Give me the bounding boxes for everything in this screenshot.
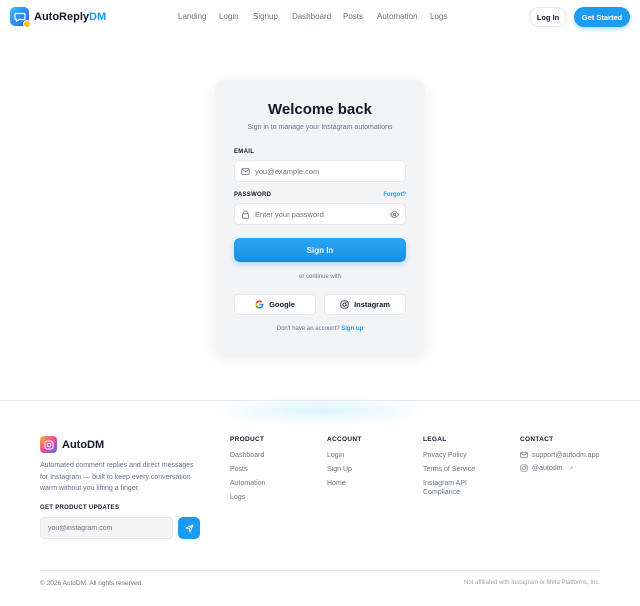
instagram-logo-icon [40, 436, 57, 453]
nav-automation[interactable]: Automation [377, 12, 417, 21]
footer-link-login[interactable]: Login [327, 451, 344, 460]
no-account-text: Don't have an account? [276, 326, 340, 332]
mail-icon [241, 167, 250, 175]
send-icon [184, 523, 194, 533]
logo-badge [23, 20, 31, 28]
password-field-wrapper [234, 203, 406, 225]
password-field[interactable] [255, 209, 385, 219]
instagram-icon [520, 464, 528, 472]
nav-signup[interactable]: Signup [253, 12, 278, 21]
instagram-icon [340, 300, 349, 309]
legal-heading: LEGAL [423, 436, 447, 443]
google-button[interactable]: Google [234, 294, 316, 315]
signup-prompt: Don't have an account? Sign up [215, 326, 425, 332]
divider-text: or continue with [298, 274, 342, 280]
footer-description: Automated comment replies and direct mes… [40, 462, 194, 492]
updates-label: GET PRODUCT UPDATES [40, 505, 120, 511]
contact-instagram[interactable]: @autodm ↗ [520, 464, 574, 472]
lock-icon [241, 210, 250, 219]
external-link-icon: ↗ [568, 465, 574, 472]
updates-input-wrapper [40, 517, 173, 539]
email-field[interactable] [255, 166, 385, 176]
page-title: Welcome back [268, 101, 372, 118]
nav-landing[interactable]: Landing [178, 12, 206, 21]
contact-email[interactable]: support@autodm.app [520, 451, 599, 459]
sign-up-link[interactable]: Sign up [341, 326, 363, 332]
account-heading: ACCOUNT [327, 436, 362, 443]
footer-link-signup[interactable]: Sign Up [327, 465, 352, 474]
updates-email-input[interactable] [48, 524, 168, 532]
top-navbar: AutoReplyDM Landing Login Signup Dashboa… [0, 0, 640, 34]
forgot-password-link[interactable]: Forgot? [383, 192, 406, 198]
password-label: PASSWORD [234, 192, 272, 198]
sign-in-button[interactable]: Sign In [234, 238, 406, 262]
contact-email-text: support@autodm.app [532, 451, 600, 459]
footer-link-dashboard[interactable]: Dashboard [230, 451, 264, 460]
email-label: EMAIL [234, 149, 255, 155]
brand-name: AutoReplyDM [34, 10, 107, 23]
footer-link-home[interactable]: Home [327, 479, 346, 488]
eye-icon[interactable] [390, 210, 399, 219]
footer-bottom-divider [40, 570, 600, 571]
product-heading: PRODUCT [230, 436, 265, 443]
contact-handle-text: @autodm [532, 464, 563, 472]
footer-brand[interactable]: AutoDM [40, 436, 104, 453]
instagram-button[interactable]: Instagram [324, 294, 406, 315]
google-icon [255, 300, 264, 309]
footer-link-privacy[interactable]: Privacy Policy [423, 451, 467, 460]
chat-bubble-icon [10, 7, 31, 28]
google-label: Google [269, 300, 295, 309]
login-card: Welcome back Sign in to manage your Inst… [215, 80, 425, 355]
brand[interactable]: AutoReplyDM [10, 7, 107, 28]
mail-icon [520, 452, 528, 458]
footer-link-terms[interactable]: Terms of Service [423, 465, 475, 474]
page-subtitle: Sign in to manage your Instagram automat… [247, 124, 393, 131]
nav-login[interactable]: Login [219, 12, 239, 21]
get-started-button[interactable]: Get Started [574, 7, 630, 27]
footer-divider [0, 400, 640, 401]
nav-dashboard[interactable]: Dashboard [292, 12, 331, 21]
footer-link-posts[interactable]: Posts [230, 465, 248, 474]
contact-heading: CONTACT [520, 436, 554, 443]
disclaimer: Not affiliated with Instagram or Meta Pl… [464, 580, 600, 586]
footer-brand-name: AutoDM [62, 438, 105, 451]
email-field-wrapper [234, 160, 406, 182]
nav-logs[interactable]: Logs [430, 12, 447, 21]
nav-posts[interactable]: Posts [343, 12, 363, 21]
footer-link-automation[interactable]: Automation [230, 479, 265, 488]
copyright: © 2026 AutoDM. All rights reserved. [40, 580, 144, 587]
instagram-label: Instagram [354, 300, 390, 309]
login-button[interactable]: Log In [529, 7, 567, 27]
footer-link-logs[interactable]: Logs [230, 493, 245, 502]
footer-link-api-compliance[interactable]: Instagram API Compliance [423, 479, 493, 497]
subscribe-button[interactable] [178, 517, 200, 539]
